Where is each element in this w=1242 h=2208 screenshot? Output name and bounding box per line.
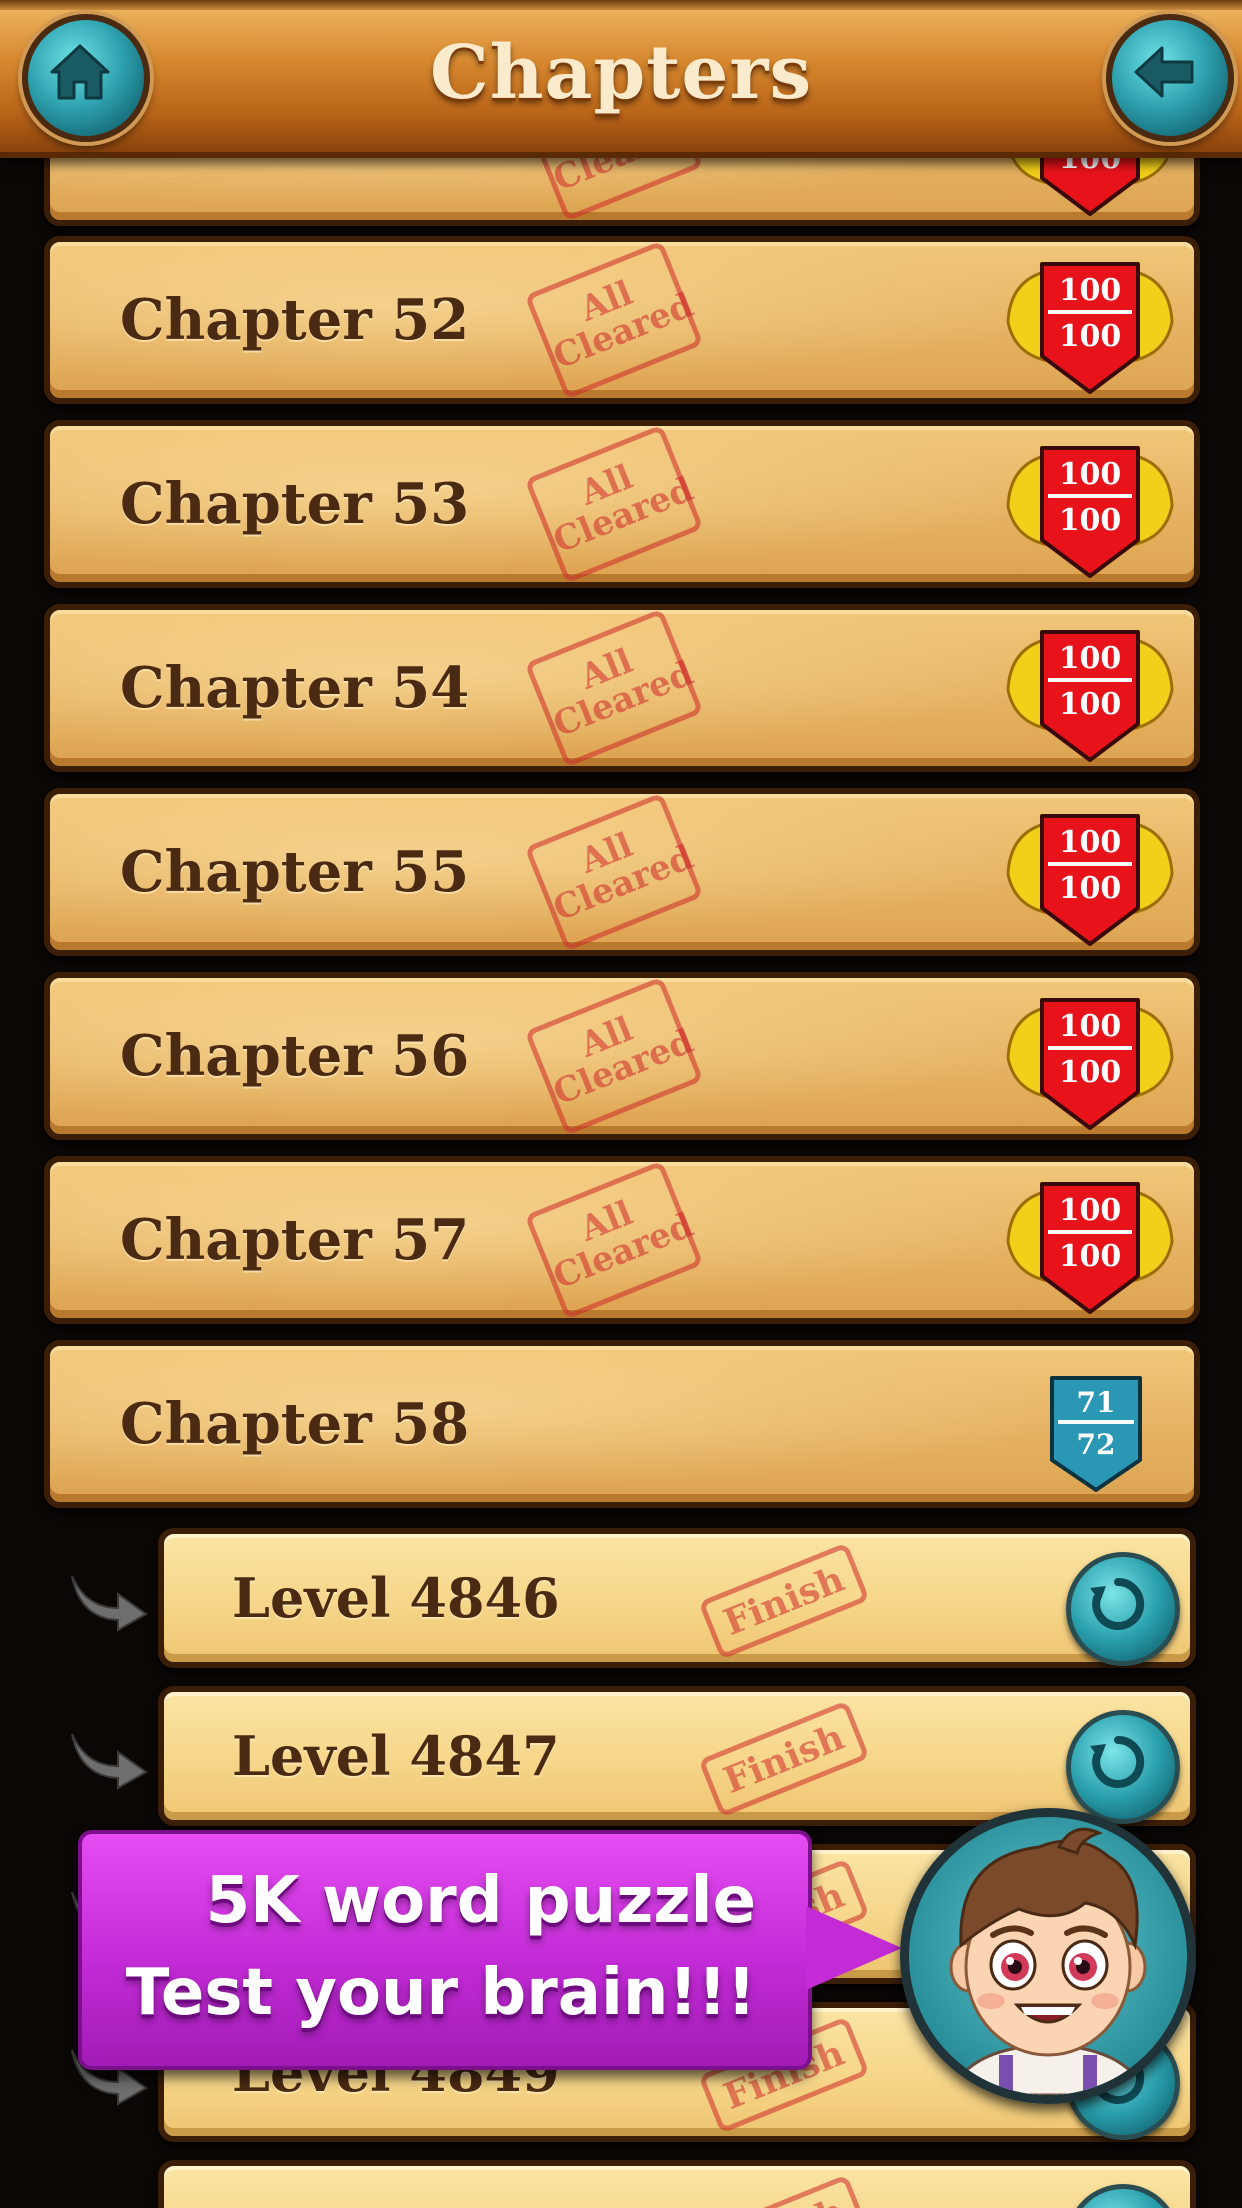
chapter-row[interactable]: Chapter 56 All Cleared 100 100: [44, 972, 1200, 1140]
chapter-label: Chapter 57: [120, 1207, 470, 1273]
level-row[interactable]: Level 4846 Finish: [158, 1528, 1196, 1668]
score-shield-gold-icon: 100100: [1006, 446, 1174, 578]
score-current: 100: [1059, 457, 1122, 492]
promo-bubble-tail: [806, 1906, 902, 1990]
score-shield-blue-icon: 7172: [1050, 1376, 1142, 1492]
chapter-row[interactable]: Chapter 57 All Cleared 100 100: [44, 1156, 1200, 1324]
score-shield-gold-icon: 100100: [1006, 998, 1174, 1130]
score-shield-gold-icon: 100100: [1006, 630, 1174, 762]
finish-stamp: Finish: [698, 2174, 870, 2208]
chapters-screen: Chapters All Cleared100100Chapter 52All …: [0, 0, 1242, 2208]
chapter-row[interactable]: Chapter 53 All Cleared 100 100: [44, 420, 1200, 588]
all-cleared-stamp: All Cleared: [524, 424, 704, 584]
chapter-label: Chapter 56: [120, 1023, 470, 1089]
score-current: 100: [1059, 641, 1122, 676]
promo-line-1: 5K word puzzle: [205, 1864, 756, 1938]
score-total: 100: [1059, 687, 1122, 722]
replay-icon: [1090, 1577, 1145, 1630]
score-current: 100: [1059, 1009, 1122, 1044]
score-current: 100: [1059, 1193, 1122, 1228]
curved-arrow-icon: [72, 2207, 74, 2208]
chapter-row[interactable]: Chapter 54 All Cleared 100 100: [44, 604, 1200, 772]
score-total: 100: [1059, 871, 1122, 906]
mascot-avatar: [900, 1808, 1196, 2104]
chapter-label: Chapter 52: [120, 287, 470, 353]
curved-arrow-icon: [71, 1575, 148, 1632]
curved-arrow-icon: [71, 1733, 148, 1790]
all-cleared-stamp: All Cleared: [524, 240, 704, 400]
back-arrow-icon: [1134, 46, 1194, 98]
boy-mascot-icon: [947, 1827, 1149, 2095]
finish-stamp: Finish: [698, 1700, 870, 1818]
chapter-label: Chapter 58: [120, 1391, 470, 1457]
chapter-row[interactable]: Chapter 52 All Cleared 100 100: [44, 236, 1200, 404]
promo-banner: 5K word puzzle Test your brain!!!: [78, 1830, 812, 2070]
score-total: 72: [1077, 1428, 1116, 1461]
chapter-row[interactable]: Chapter 55 All Cleared 100 100: [44, 788, 1200, 956]
chapter-row[interactable]: Chapter 58 71 72: [44, 1340, 1200, 1508]
all-cleared-stamp: All Cleared: [524, 608, 704, 768]
replay-button[interactable]: [1066, 1552, 1180, 1666]
score-current: 71: [1077, 1386, 1116, 1419]
all-cleared-stamp: All Cleared: [524, 1160, 704, 1320]
all-cleared-stamp: All Cleared: [524, 792, 704, 952]
score-total: 100: [1059, 1055, 1122, 1090]
replay-icon: [1090, 1735, 1145, 1788]
chapter-label: Chapter 55: [120, 839, 470, 905]
score-total: 100: [1059, 503, 1122, 538]
score-shield-gold-icon: 100100: [1006, 1182, 1174, 1314]
promo-line-2: Test your brain!!!: [125, 1956, 756, 2030]
level-label: Level 4846: [232, 1566, 560, 1630]
level-row[interactable]: Level 4847 Finish: [158, 1686, 1196, 1826]
score-shield-gold-icon: 100100: [1006, 262, 1174, 394]
chapter-label: Chapter 54: [120, 655, 470, 721]
replay-button[interactable]: [1066, 2184, 1180, 2208]
score-current: 100: [1059, 273, 1122, 308]
replay-button[interactable]: [1066, 1710, 1180, 1824]
chapter-label: Chapter 53: [120, 471, 470, 537]
level-row[interactable]: Finish: [158, 2160, 1196, 2208]
page-title: Chapters: [429, 30, 813, 116]
score-current: 100: [1059, 825, 1122, 860]
back-button[interactable]: [1106, 14, 1234, 142]
score-total: 100: [1059, 319, 1122, 354]
score-shield-gold-icon: 100100: [1006, 814, 1174, 946]
level-label: Level 4847: [232, 1724, 560, 1788]
score-total: 100: [1059, 1239, 1122, 1274]
header-bar: Chapters: [0, 0, 1242, 158]
all-cleared-stamp: All Cleared: [524, 976, 704, 1136]
finish-stamp: Finish: [698, 1542, 870, 1660]
